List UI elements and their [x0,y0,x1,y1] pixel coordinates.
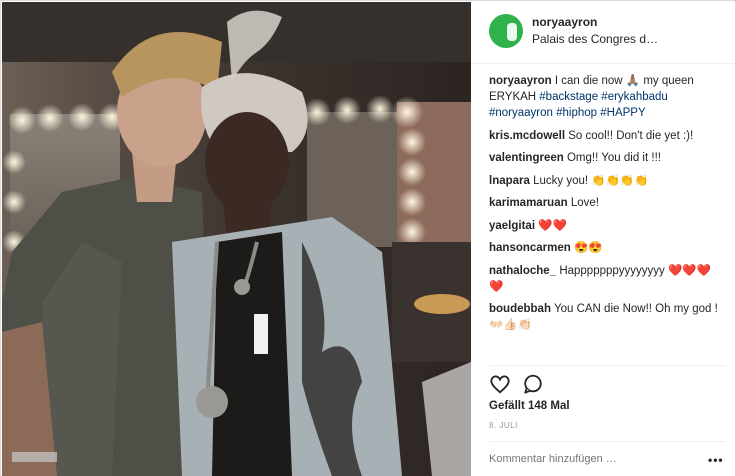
comment-username[interactable]: hansoncarmen [489,242,571,254]
comment-row: valentingreen Omg!! You did it !!! [489,150,725,166]
comment-divider [489,441,725,442]
avatar-figure [507,23,517,41]
comment-username[interactable]: valentingreen [489,152,564,164]
heart-icon[interactable] [489,373,511,395]
comment-row: yaelgitai ❤️❤️ [489,218,725,234]
comment-text: ❤️❤️ [538,219,567,232]
add-comment-input[interactable] [489,453,679,465]
comment-row: karimamaruan Love! [489,195,725,211]
comment-text: So cool!! Don't die yet :)! [568,129,694,142]
comment-username[interactable]: karimamaruan [489,197,568,209]
comment-row: hansoncarmen 😍😍 [489,240,725,256]
comment-row: boudebbah You CAN die Now!! Oh my god ! … [489,301,725,333]
comment-row: lnapara Lucky you! 👏👏👏👏 [489,173,725,189]
post-header: noryaayron Palais des Congres d… [471,2,735,64]
caption-username[interactable]: noryaayron [489,75,552,87]
comment-text: Lucky you! 👏👏👏👏 [533,174,649,187]
comment-username[interactable]: boudebbah [489,303,551,315]
post-sidebar: noryaayron Palais des Congres d… noryaay… [471,2,735,476]
comment-username[interactable]: yaelgitai [489,220,535,232]
avatar[interactable] [489,14,523,48]
post-photo[interactable] [2,2,471,476]
likes-count[interactable]: Gefällt 148 Mal [489,400,570,412]
comment-username[interactable]: kris.mcdowell [489,130,565,142]
comment-text: Omg!! You did it !!! [566,152,661,164]
comment-row: nathaloche_ Happpppppyyyyyyyy ❤️❤️❤️❤️ [489,263,725,295]
comment-text: Love! [570,197,599,209]
more-options-icon[interactable]: ••• [708,453,724,467]
comments-list: noryaayron I can die now 🙏🏽 my queen ERY… [489,73,725,340]
speech-bubble-icon[interactable] [522,373,544,395]
post-frame: noryaayron Palais des Congres d… noryaay… [0,0,735,476]
caption: noryaayron I can die now 🙏🏽 my queen ERY… [489,73,725,121]
header-location[interactable]: Palais des Congres d… [532,32,658,46]
actions-divider [489,365,725,366]
photo-image [2,2,471,476]
post-date: 8. JULI [489,421,518,430]
comment-username[interactable]: lnapara [489,175,530,187]
comment-text: 😍😍 [574,242,603,254]
comment-row: kris.mcdowell So cool!! Don't die yet :)… [489,128,725,144]
header-username[interactable]: noryaayron [532,15,597,29]
comment-username[interactable]: nathaloche_ [489,265,556,277]
